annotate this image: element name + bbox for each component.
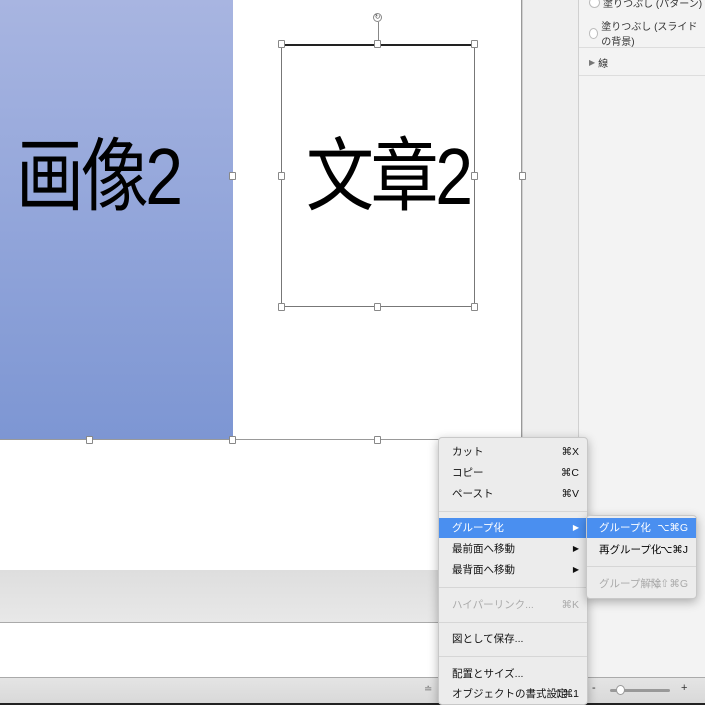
menu-shortcut: ⌥⌘J [660,544,688,556]
menu-label: コピー [452,467,484,479]
radio-button[interactable] [589,0,600,8]
menu-separator [439,656,587,657]
notes-toggle-icon[interactable]: ≐ [424,684,432,695]
menu-label: ハイパーリンク... [452,599,534,611]
resize-handle[interactable] [374,303,381,311]
menu-shortcut: ⌘V [561,488,579,500]
resize-handle[interactable] [229,172,236,180]
submenu-item-regroup[interactable]: 再グループ化 ⌥⌘J [587,540,696,560]
resize-handle[interactable] [86,436,93,444]
menu-label: 図として保存... [452,633,524,645]
menu-item-send-to-back[interactable]: 最背面へ移動 ▶ [439,560,587,580]
menu-shortcut: ⌘C [560,467,579,479]
zoom-slider-thumb[interactable] [616,685,625,695]
menu-label: ペースト [452,488,494,500]
zoom-control[interactable]: - + [590,682,690,697]
resize-handle[interactable] [471,172,478,180]
submenu-item-ungroup: グループ解除 ⌥⇧⌘G [587,574,696,594]
menu-item-copy[interactable]: コピー ⌘C [439,463,587,483]
menu-shortcut: ⌘X [561,446,579,458]
submenu-arrow-icon: ▶ [572,565,579,574]
submenu-item-group[interactable]: グループ化 ⌥⌘G [587,518,696,538]
rotate-handle-icon[interactable]: ↻ [373,13,382,22]
group-selection-outline [0,0,522,440]
resize-handle[interactable] [278,40,285,48]
menu-item-cut[interactable]: カット ⌘X [439,442,587,462]
resize-handle[interactable] [471,40,478,48]
menu-separator [439,511,587,512]
menu-separator [439,622,587,623]
resize-handle[interactable] [519,172,526,180]
menu-label: 配置とサイズ... [452,668,524,680]
menu-separator [587,566,696,567]
menu-label: グループ化 [599,522,651,534]
menu-item-format-object[interactable]: オブジェクトの書式設定... ⇧⌘1 [439,684,587,704]
menu-item-save-as-picture[interactable]: 図として保存... [439,629,587,649]
menu-shortcut: ⌘K [561,599,579,611]
menu-label: カット [452,446,484,458]
triangle-right-icon: ▶ [589,58,596,67]
zoom-in-button[interactable]: + [681,682,687,694]
group-submenu: グループ化 ⌥⌘G 再グループ化 ⌥⌘J グループ解除 ⌥⇧⌘G [586,515,697,599]
resize-handle[interactable] [374,436,381,444]
menu-label: 再グループ化 [599,544,662,556]
menu-item-hyperlink: ハイパーリンク... ⌘K [439,595,587,615]
resize-handle[interactable] [229,436,236,444]
resize-handle[interactable] [374,40,381,48]
resize-handle[interactable] [471,303,478,311]
menu-item-position-size[interactable]: 配置とサイズ... [439,664,587,684]
fill-pattern-label: 塗りつぶし (パターン) [603,0,703,10]
menu-label: 最背面へ移動 [452,564,515,576]
fill-pattern-option[interactable]: 塗りつぶし (パターン) [589,0,702,10]
resize-handle[interactable] [278,303,285,311]
resize-handle[interactable] [278,172,285,180]
line-section-toggle[interactable]: ▶ 線 [589,55,608,70]
submenu-arrow-icon: ▶ [572,523,579,532]
menu-shortcut: ⌥⇧⌘G [648,578,688,590]
menu-item-bring-to-front[interactable]: 最前面へ移動 ▶ [439,539,587,559]
radio-button[interactable] [589,27,599,39]
menu-shortcut: ⇧⌘1 [553,688,579,700]
context-menu: カット ⌘X コピー ⌘C ペースト ⌘V グループ化 ▶ 最前面へ移動 ▶ 最背面へ移動… [438,437,588,705]
divider [579,47,705,48]
menu-item-group[interactable]: グループ化 ▶ [439,518,587,538]
divider [579,75,705,76]
submenu-arrow-icon: ▶ [572,544,579,553]
menu-item-paste[interactable]: ペースト ⌘V [439,484,587,504]
menu-shortcut: ⌥⌘G [657,522,688,534]
line-section-label: 線 [598,59,609,70]
fill-slide-background-option[interactable]: 塗りつぶし (スライドの背景) [589,18,705,48]
menu-label: グループ化 [452,522,504,534]
menu-separator [439,587,587,588]
zoom-out-button[interactable]: - [592,682,596,694]
menu-label: 最前面へ移動 [452,543,515,555]
rotate-line [378,22,379,42]
fill-slide-background-label: 塗りつぶし (スライドの背景) [601,22,698,48]
